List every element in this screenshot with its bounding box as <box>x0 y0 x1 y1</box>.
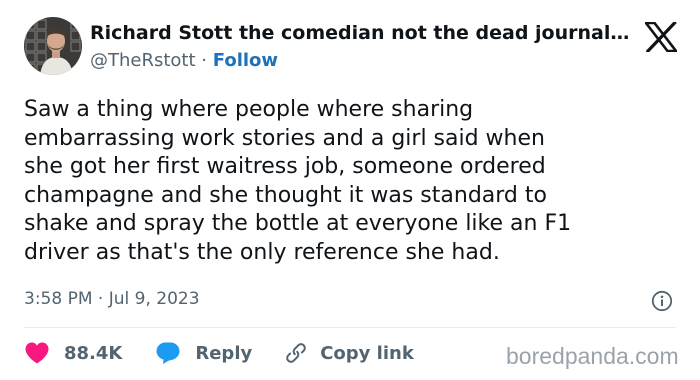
author-handle[interactable]: @TheRstott <box>90 50 196 71</box>
source-watermark: boredpanda.com <box>506 343 679 369</box>
tweet-text-line: driver as that's the only reference she … <box>24 239 500 265</box>
like-button[interactable]: 88.4K <box>24 341 122 365</box>
heart-icon <box>25 342 49 364</box>
reply-label: Reply <box>195 342 253 364</box>
tweet-text-line: she got her first waitress job, someone … <box>24 154 546 179</box>
tweet-card: Richard Stott the comedian not the dead … <box>0 0 700 380</box>
tweet-timestamp[interactable]: 3:58 PM · Jul 9, 2023 <box>24 289 200 309</box>
like-count: 88.4K <box>64 342 123 364</box>
reply-button[interactable]: Reply <box>155 341 252 365</box>
divider <box>24 327 676 328</box>
avatar-image <box>24 17 82 75</box>
follow-button[interactable]: Follow <box>213 50 278 71</box>
speech-bubble-icon <box>156 342 180 364</box>
link-icon <box>286 343 307 363</box>
copy-link-button[interactable]: Copy link <box>284 341 414 365</box>
tweet-text-line: shake and spray the bottle at everyone l… <box>24 211 572 236</box>
author-info: Richard Stott the comedian not the dead … <box>90 20 630 74</box>
tweet-text: Saw a thing where people where sharing e… <box>24 96 674 267</box>
tweet-text-line: embarrassing work stories and a girl sai… <box>24 125 545 151</box>
author-handle-row: @TheRstott · Follow <box>90 48 630 74</box>
tweet-text-line: Saw a thing where people where sharing <box>24 97 474 122</box>
copy-link-label: Copy link <box>320 342 414 364</box>
handle-separator: · <box>201 50 208 71</box>
avatar[interactable] <box>24 17 82 75</box>
info-icon[interactable] <box>651 290 673 312</box>
author-display-name[interactable]: Richard Stott the comedian not the dead … <box>90 20 630 46</box>
action-bar: 88.4K Reply Copy link <box>24 340 414 366</box>
tweet-text-line: champagne and she thought it was standar… <box>24 182 547 208</box>
x-logo-icon[interactable] <box>643 20 679 54</box>
